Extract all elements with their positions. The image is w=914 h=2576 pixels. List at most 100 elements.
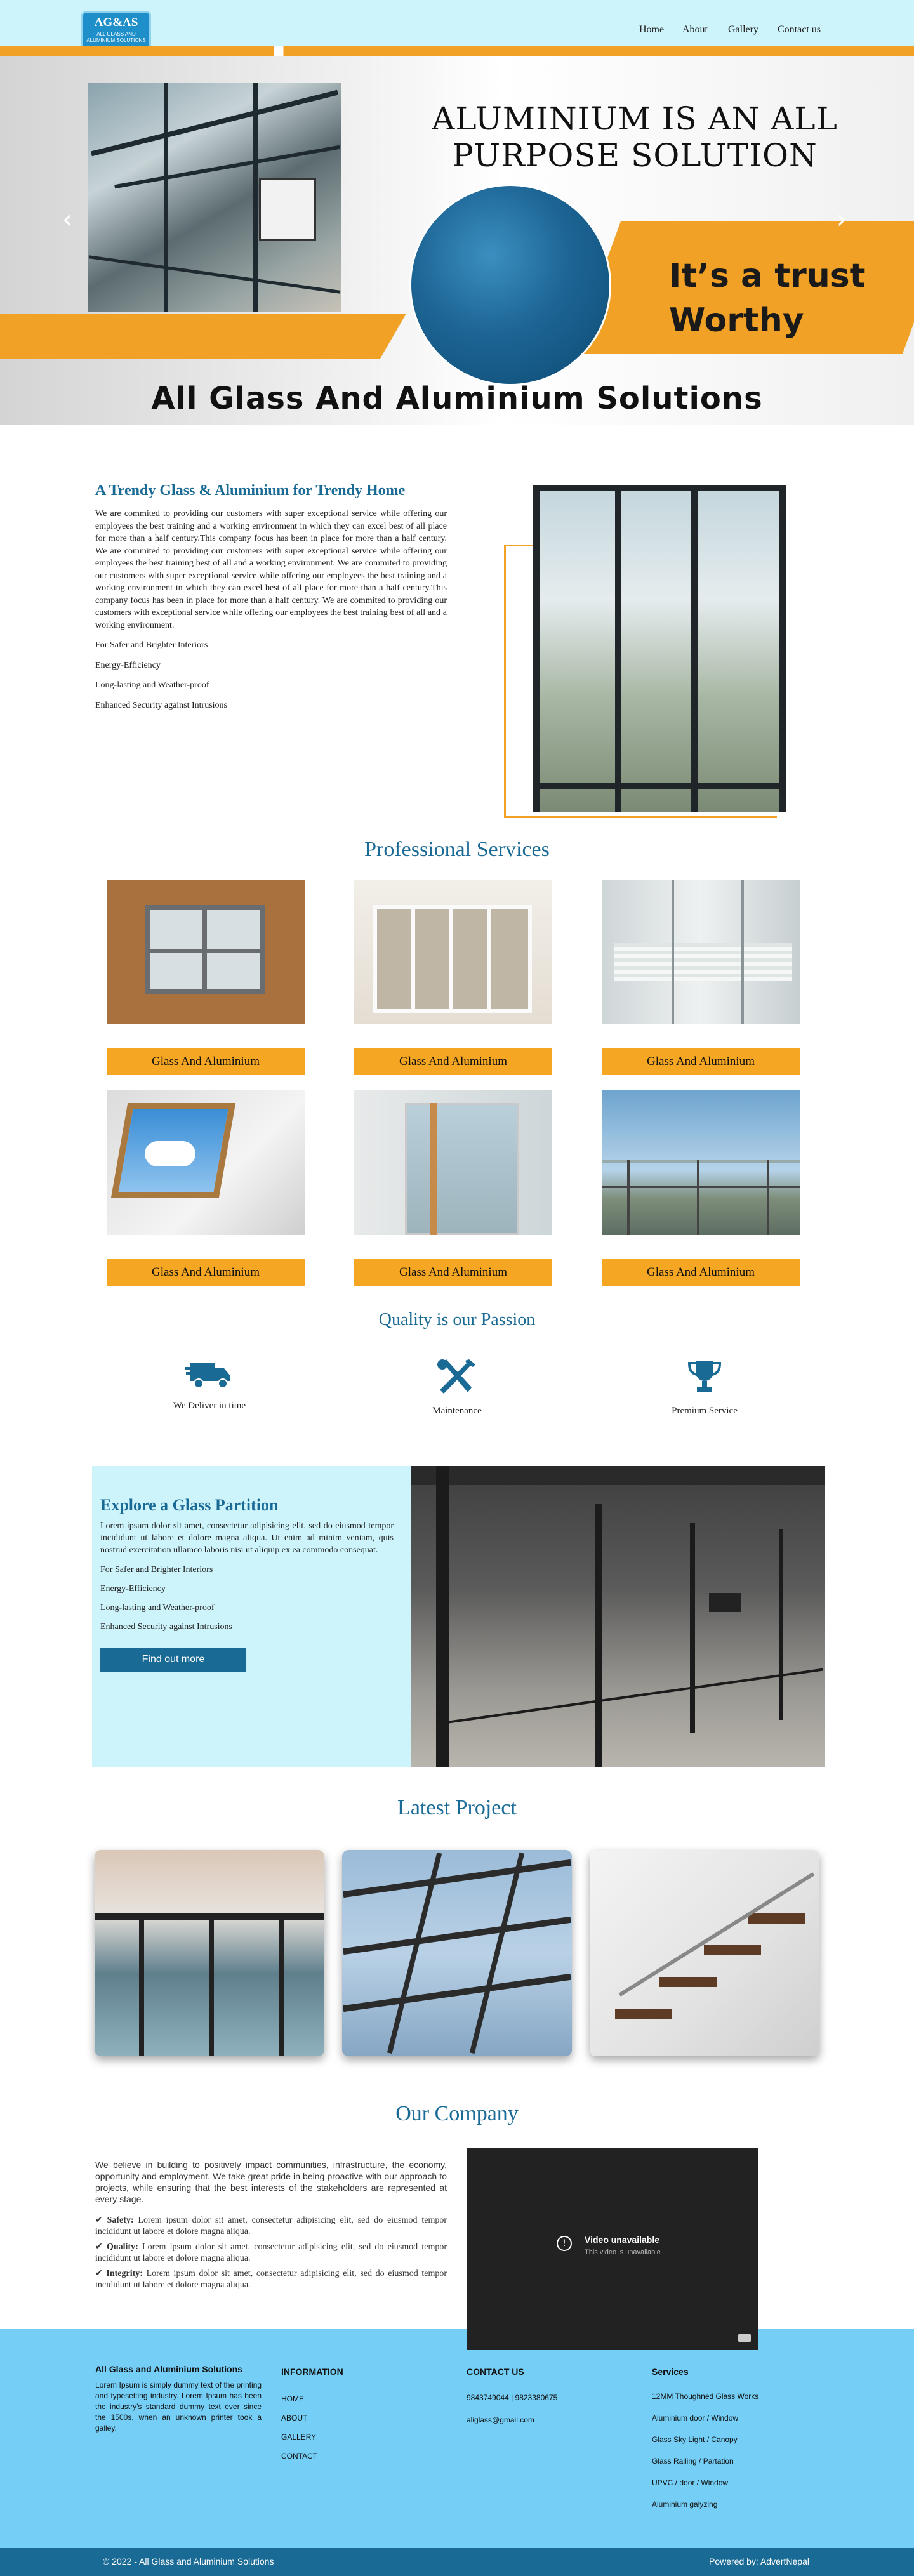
about-feature: Enhanced Security against Intrusions bbox=[95, 700, 228, 710]
quality-title: Quality is our Passion bbox=[378, 1310, 536, 1330]
company-point-text: Lorem ipsum dolor sit amet, consectetur … bbox=[95, 2242, 447, 2263]
service-button[interactable]: Glass And Aluminium bbox=[107, 1048, 305, 1075]
chevron-left-icon[interactable]: ‹ bbox=[62, 205, 72, 234]
company-title: Our Company bbox=[395, 2102, 519, 2125]
service-button[interactable]: Glass And Aluminium bbox=[602, 1048, 800, 1075]
trophy-icon bbox=[687, 1361, 722, 1392]
hero-orange-shape-left bbox=[0, 314, 406, 359]
info-icon: ! bbox=[557, 2236, 572, 2251]
about-folding-door-image bbox=[533, 485, 786, 812]
explore-feature: For Safer and Brighter Interiors bbox=[100, 1565, 213, 1575]
project-card-office-partition[interactable] bbox=[95, 1850, 324, 2056]
explore-heading: Explore a Glass Partition bbox=[100, 1496, 279, 1514]
service-image bbox=[107, 880, 305, 1024]
service-image bbox=[602, 1090, 800, 1235]
footer-link-home[interactable]: HOME bbox=[281, 2394, 304, 2403]
explore-paragraph: Lorem ipsum dolor sit amet, consectetur … bbox=[100, 1521, 394, 1555]
company-point-label: Integrity: bbox=[106, 2269, 143, 2278]
check-icon: ✔ bbox=[95, 2269, 103, 2278]
quality-item-maintenance: Maintenance bbox=[394, 1358, 520, 1417]
check-icon: ✔ bbox=[95, 2242, 103, 2252]
about-feature: Long-lasting and Weather-proof bbox=[95, 680, 209, 690]
project-card-glass-roof[interactable] bbox=[342, 1850, 572, 2056]
explore-feature: Enhanced Security against Intrusions bbox=[100, 1622, 233, 1632]
quality-label: Premium Service bbox=[672, 1406, 738, 1416]
service-image bbox=[354, 880, 552, 1024]
footer-link-gallery[interactable]: GALLERY bbox=[281, 2433, 316, 2441]
footer-info-heading: INFORMATION bbox=[281, 2367, 343, 2377]
header-stripe bbox=[0, 46, 914, 56]
logo-subtext: ALL GLASS AND ALUMINIUM SOLUTIONS bbox=[86, 31, 146, 43]
find-out-more-button[interactable]: Find out more bbox=[100, 1648, 246, 1672]
truck-icon bbox=[185, 1363, 230, 1389]
footer-service-link[interactable]: UPVC / door / Window bbox=[652, 2478, 728, 2487]
company-point-text: Lorem ipsum dolor sit amet, consectetur … bbox=[95, 2216, 447, 2236]
company-point-label: Safety: bbox=[107, 2216, 134, 2225]
about-feature: For Safer and Brighter Interiors bbox=[95, 640, 208, 650]
footer-service-link[interactable]: Aluminium galyzing bbox=[652, 2500, 717, 2509]
about-section-text: We are commited to providing our custome… bbox=[95, 508, 447, 711]
services-title: Professional Services bbox=[364, 838, 550, 861]
service-button[interactable]: Glass And Aluminium bbox=[602, 1259, 800, 1286]
copyright-text: © 2022 - All Glass and Aluminium Solutio… bbox=[103, 2556, 274, 2566]
company-point: ✔ Integrity: Lorem ipsum dolor sit amet,… bbox=[95, 2268, 447, 2291]
quality-item-delivery: We Deliver in time bbox=[146, 1358, 273, 1411]
video-unavailable-sub: This video is unavailable bbox=[585, 2249, 661, 2256]
footer-service-link[interactable]: Glass Railing / Partation bbox=[652, 2457, 734, 2466]
project-card-glass-stair[interactable] bbox=[590, 1850, 819, 2056]
hero-bottom-title: All Glass And Aluminium Solutions bbox=[151, 381, 763, 416]
service-image bbox=[354, 1090, 552, 1235]
hero-blue-circle bbox=[411, 186, 609, 384]
hero-balcony-photo bbox=[88, 83, 341, 312]
glass-partition-image bbox=[411, 1466, 825, 1767]
service-image bbox=[602, 880, 800, 1024]
service-button[interactable]: Glass And Aluminium bbox=[107, 1259, 305, 1286]
tools-icon bbox=[437, 1359, 475, 1394]
site-footer bbox=[0, 2329, 914, 2548]
youtube-icon[interactable] bbox=[738, 2334, 751, 2342]
footer-service-link[interactable]: Glass Sky Light / Canopy bbox=[652, 2435, 738, 2444]
hero-banner: ALUMINIUM IS AN ALL PURPOSE SOLUTION It’… bbox=[0, 56, 914, 425]
service-button[interactable]: Glass And Aluminium bbox=[354, 1259, 552, 1286]
nav-contact[interactable]: Contact us bbox=[778, 24, 821, 36]
hero-trust-line1: It’s a trust bbox=[669, 257, 866, 295]
footer-services-heading: Services bbox=[652, 2367, 689, 2377]
company-point-text: Lorem ipsum dolor sit amet, consectetur … bbox=[95, 2269, 447, 2290]
explore-feature: Long-lasting and Weather-proof bbox=[100, 1603, 215, 1613]
footer-service-link[interactable]: Aluminium door / Window bbox=[652, 2414, 738, 2422]
nav-home[interactable]: Home bbox=[639, 24, 664, 36]
quality-label: Maintenance bbox=[432, 1406, 482, 1416]
hero-title: ALUMINIUM IS AN ALL PURPOSE SOLUTION bbox=[432, 100, 838, 174]
footer-service-link[interactable]: 12MM Thoughned Glass Works bbox=[652, 2392, 758, 2401]
logo-text: AG&AS bbox=[94, 16, 138, 29]
hero-trust-line2: Worthy bbox=[669, 301, 804, 340]
nav-about[interactable]: About bbox=[682, 24, 708, 36]
about-heading: A Trendy Glass & Aluminium for Trendy Ho… bbox=[95, 482, 406, 499]
footer-bottom-bar: © 2022 - All Glass and Aluminium Solutio… bbox=[0, 2548, 914, 2576]
projects-title: Latest Project bbox=[397, 1796, 517, 1820]
powered-by-link[interactable]: Powered by: AdvertNepal bbox=[709, 2556, 809, 2566]
service-image bbox=[107, 1090, 305, 1235]
about-image-block bbox=[504, 484, 787, 818]
nav-gallery[interactable]: Gallery bbox=[728, 24, 758, 36]
about-paragraph: We are commited to providing our custome… bbox=[95, 509, 447, 630]
company-point-label: Quality: bbox=[106, 2242, 138, 2252]
footer-about-text: Lorem Ipsum is simply dummy text of the … bbox=[95, 2381, 262, 2433]
about-feature: Energy-Efficiency bbox=[95, 660, 161, 670]
hero-trust-text: It’s a trust Worthy bbox=[669, 254, 866, 343]
service-button[interactable]: Glass And Aluminium bbox=[354, 1048, 552, 1075]
explore-feature: Energy-Efficiency bbox=[100, 1584, 166, 1594]
quality-label: We Deliver in time bbox=[173, 1401, 246, 1411]
company-point: ✔ Safety: Lorem ipsum dolor sit amet, co… bbox=[95, 2215, 447, 2238]
footer-about-heading: All Glass and Aluminium Solutions bbox=[95, 2364, 243, 2374]
company-point: ✔ Quality: Lorem ipsum dolor sit amet, c… bbox=[95, 2242, 447, 2264]
footer-link-contact[interactable]: CONTACT bbox=[281, 2452, 317, 2460]
footer-email[interactable]: aliglass@gmail.com bbox=[467, 2415, 534, 2424]
footer-phone[interactable]: 9843749044 | 9823380675 bbox=[467, 2393, 557, 2402]
footer-contact-heading: CONTACT US bbox=[467, 2367, 524, 2377]
footer-link-about[interactable]: ABOUT bbox=[281, 2414, 307, 2422]
quality-item-premium: Premium Service bbox=[641, 1358, 768, 1417]
video-player[interactable]: ! Video unavailable This video is unavai… bbox=[467, 2148, 758, 2350]
company-paragraph: We believe in building to positively imp… bbox=[95, 2160, 447, 2204]
chevron-right-icon[interactable]: › bbox=[837, 205, 847, 234]
